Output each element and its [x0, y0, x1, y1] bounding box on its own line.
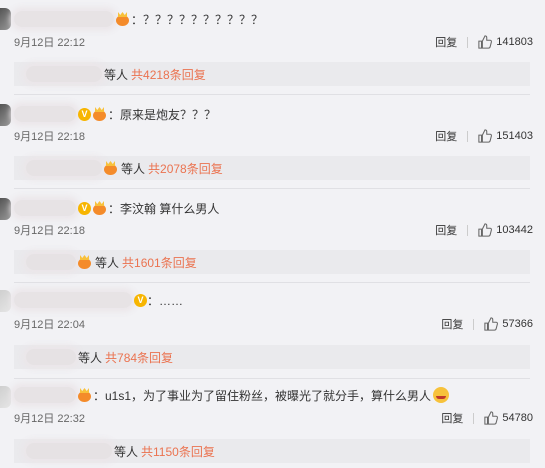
replier-blurred — [26, 349, 76, 365]
crown-badge-icon — [115, 12, 131, 26]
crown-badge-icon — [77, 388, 93, 402]
username-blurred[interactable] — [14, 106, 76, 122]
reply-count-link[interactable]: 共4218条回复 — [131, 66, 206, 83]
reply-button[interactable]: 回复 — [441, 316, 463, 332]
reply-button[interactable]: 回复 — [435, 128, 457, 144]
divider — [14, 188, 530, 189]
like-button[interactable]: 57366 — [484, 317, 533, 331]
divider — [14, 378, 530, 379]
comment-text: ：？？？？？？？？？？ — [131, 12, 264, 27]
avatar[interactable] — [0, 8, 11, 30]
comment-text: ：u1s1，为了事业为了留住粉丝，被曝光了就分手，算什么男人 — [93, 388, 432, 403]
reply-summary[interactable]: 等人 共1150条回复 — [14, 439, 530, 463]
reply-button[interactable]: 回复 — [435, 222, 457, 238]
vip-badge-icon: V — [134, 293, 147, 307]
username-blurred[interactable] — [14, 200, 76, 216]
comment-text: ：…… — [147, 293, 184, 308]
divider — [473, 318, 475, 330]
reply-who: 等人 — [95, 255, 120, 270]
divider — [467, 130, 469, 142]
replier-blurred — [26, 160, 102, 176]
reply-summary[interactable]: 等人 共4218条回复 — [14, 62, 530, 86]
like-count: 54780 — [502, 412, 533, 424]
reply-who: 等人 — [104, 67, 129, 82]
divider — [467, 36, 469, 48]
crown-badge-icon — [92, 107, 108, 121]
vip-badge-icon: V — [78, 201, 91, 215]
comment-text: ：原来是炮友？？？ — [108, 107, 217, 122]
comment-time: 9月12日 22:32 — [14, 413, 85, 425]
replier-blurred — [26, 443, 112, 459]
avatar[interactable] — [0, 290, 11, 312]
thumbs-up-icon — [478, 223, 493, 237]
like-count: 57366 — [502, 318, 533, 330]
like-button[interactable]: 103442 — [478, 223, 533, 237]
comment-time: 9月12日 22:04 — [14, 319, 85, 331]
reply-count-link[interactable]: 共1150条回复 — [141, 443, 215, 460]
username-blurred[interactable] — [14, 387, 76, 403]
avatar[interactable] — [0, 104, 11, 126]
thumbs-up-icon — [478, 35, 493, 49]
like-button[interactable]: 54780 — [484, 411, 533, 425]
reply-count-link[interactable]: 共1601条回复 — [122, 254, 197, 271]
like-button[interactable]: 151403 — [478, 129, 533, 143]
reply-count-link[interactable]: 共2078条回复 — [148, 160, 223, 177]
like-button[interactable]: 141803 — [478, 35, 533, 49]
divider — [14, 94, 530, 95]
divider — [467, 224, 469, 236]
divider — [473, 412, 475, 424]
reply-who: 等人 — [114, 444, 139, 459]
replier-blurred — [26, 66, 102, 82]
thumbs-up-icon — [478, 129, 493, 143]
username-blurred[interactable] — [14, 11, 114, 27]
reply-button[interactable]: 回复 — [435, 34, 457, 50]
divider — [14, 282, 530, 283]
comment-time: 9月12日 22:18 — [14, 131, 85, 143]
comment-time: 9月12日 22:12 — [14, 37, 85, 49]
reply-summary[interactable]: 等人 共2078条回复 — [14, 156, 530, 180]
username-blurred[interactable] — [14, 292, 132, 308]
crown-badge-icon — [103, 161, 119, 175]
emoji-icon — [433, 387, 450, 403]
thumbs-up-icon — [484, 317, 499, 331]
avatar[interactable] — [0, 386, 11, 408]
comment-time: 9月12日 22:18 — [14, 225, 85, 237]
reply-who: 等人 — [78, 350, 103, 365]
like-count: 141803 — [496, 36, 533, 48]
like-count: 151403 — [496, 130, 533, 142]
reply-count-link[interactable]: 共784条回复 — [105, 349, 173, 366]
crown-badge-icon — [92, 201, 108, 215]
like-count: 103442 — [496, 224, 533, 236]
reply-who: 等人 — [121, 161, 146, 176]
reply-summary[interactable]: 等人 共784条回复 — [14, 345, 530, 369]
reply-summary[interactable]: 等人 共1601条回复 — [14, 250, 530, 274]
comment-text: ：李汶翰 算什么男人 — [108, 201, 220, 216]
replier-blurred — [26, 254, 76, 270]
thumbs-up-icon — [484, 411, 499, 425]
crown-badge-icon — [77, 255, 93, 269]
vip-badge-icon: V — [78, 107, 91, 121]
reply-button[interactable]: 回复 — [441, 410, 463, 426]
avatar[interactable] — [0, 198, 11, 220]
